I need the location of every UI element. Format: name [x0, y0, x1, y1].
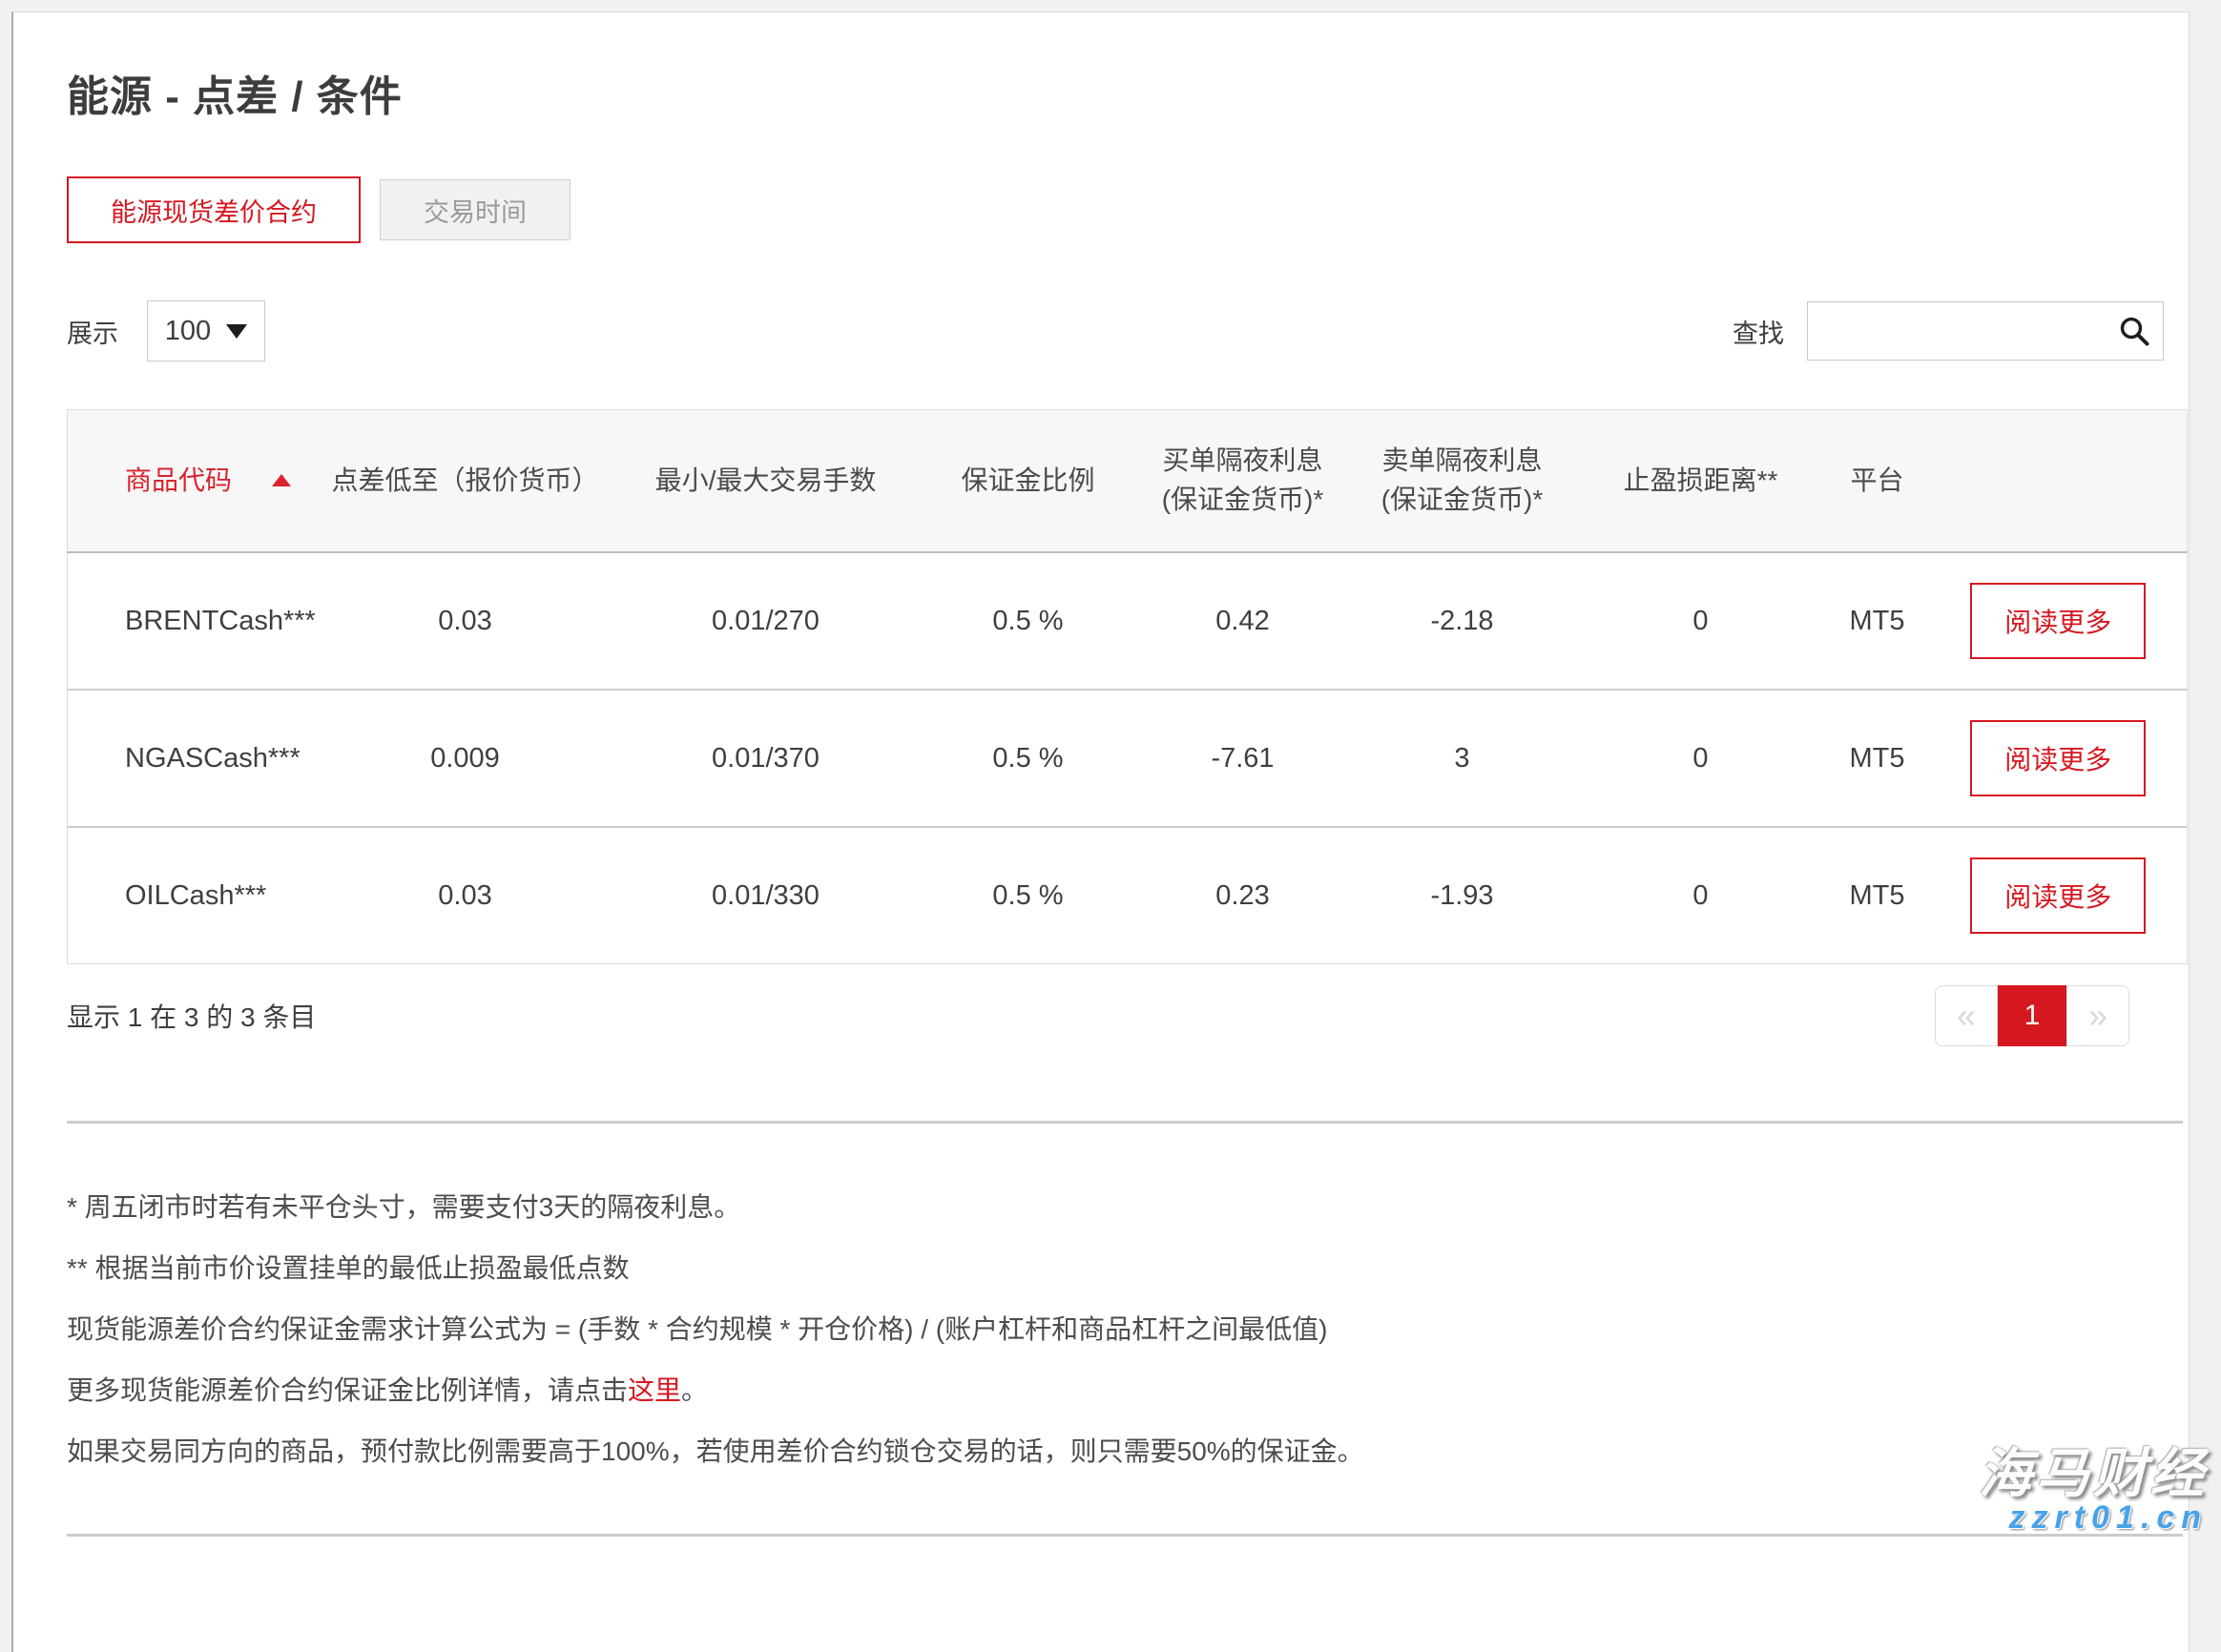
margin-cell: 0.5 % [919, 827, 1138, 964]
search-field-wrap [1807, 301, 2164, 361]
chevron-down-icon [226, 324, 247, 339]
swap-short-cell: -1.93 [1348, 827, 1577, 964]
lots-cell: 0.01/370 [613, 690, 919, 827]
stop-distance-cell: 0 [1577, 552, 1825, 690]
page-title: 能源 - 点差 / 条件 [67, 62, 2183, 123]
spread-cell: 0.03 [318, 827, 613, 964]
platform-cell: MT5 [1825, 552, 1930, 690]
swap-short-cell: -2.18 [1348, 552, 1577, 690]
margin-cell: 0.5 % [919, 552, 1138, 690]
table-row: BRENTCash*** 0.03 0.01/270 0.5 % 0.42 -2… [68, 552, 2188, 690]
spread-cell: 0.009 [318, 690, 613, 827]
table-header-row: 商品代码 点差低至（报价货币） 最小/最大交易手数 保证金比例 买单隔夜利息 (… [68, 410, 2188, 553]
here-link[interactable]: 这里 [628, 1375, 681, 1405]
search-input[interactable] [1808, 302, 2163, 360]
column-header-swap-long[interactable]: 买单隔夜利息 (保证金货币)* [1138, 410, 1348, 553]
lots-cell: 0.01/270 [613, 552, 919, 690]
search-icon [2117, 314, 2151, 348]
watermark: 海马财经 zzrt01.cn [1979, 1446, 2208, 1536]
table-row: NGASCash*** 0.009 0.01/370 0.5 % -7.61 3… [68, 690, 2188, 827]
table-footer: 显示 1 在 3 的 3 条目 « 1 » [67, 985, 2183, 1046]
column-header-platform[interactable]: 平台 [1825, 410, 1930, 553]
search-label: 查找 [1733, 313, 1784, 350]
pagination-prev-button[interactable]: « [1935, 985, 1998, 1046]
column-header-margin[interactable]: 保证金比例 [919, 410, 1138, 553]
table-controls: 展示 100 查找 [67, 300, 2183, 361]
content-card: 能源 - 点差 / 条件 能源现货差价合约 交易时间 展示 100 查找 [11, 11, 2190, 1652]
watermark-title: 海马财经 [1979, 1446, 2208, 1502]
pagination-next-button[interactable]: » [2066, 985, 2129, 1046]
stop-distance-cell: 0 [1577, 690, 1825, 827]
divider [67, 1121, 2183, 1124]
tab-energy-spot-cfd[interactable]: 能源现货差价合约 [67, 176, 361, 243]
page-size-value: 100 [165, 316, 211, 347]
tab-trading-hours[interactable]: 交易时间 [380, 179, 571, 240]
lots-cell: 0.01/330 [613, 827, 919, 964]
read-more-button[interactable]: 阅读更多 [1970, 857, 2146, 934]
footnote-margin-formula: 现货能源差价合约保证金需求计算公式为 = (手数 * 合约规模 * 开仓价格) … [67, 1316, 2183, 1343]
swap-long-cell: 0.42 [1138, 552, 1348, 690]
column-header-actions [1930, 410, 2188, 553]
stop-distance-cell: 0 [1577, 827, 1825, 964]
divider [67, 1534, 2183, 1537]
margin-cell: 0.5 % [919, 690, 1138, 827]
footnote-hedged-margin: 如果交易同方向的商品，预付款比例需要高于100%，若使用差价合约锁仓交易的话，则… [67, 1438, 2183, 1465]
page-size-select[interactable]: 100 [147, 300, 265, 361]
symbol-cell: BRENTCash*** [68, 552, 318, 690]
column-header-spread[interactable]: 点差低至（报价货币） [318, 410, 613, 553]
footnotes: * 周五闭市时若有未平仓头寸，需要支付3天的隔夜利息。 ** 根据当前市价设置挂… [67, 1194, 2183, 1465]
pagination-page-1[interactable]: 1 [1998, 985, 2066, 1046]
read-more-button[interactable]: 阅读更多 [1970, 720, 2146, 796]
watermark-domain: zzrt01.cn [1979, 1501, 2208, 1536]
platform-cell: MT5 [1825, 827, 1930, 964]
sort-asc-icon [272, 474, 291, 486]
read-more-button[interactable]: 阅读更多 [1970, 583, 2146, 659]
pagination: « 1 » [1935, 985, 2129, 1046]
spread-cell: 0.03 [318, 552, 613, 690]
footnote-margin-details: 更多现货能源差价合约保证金比例详情，请点击这里。 [67, 1377, 2183, 1404]
column-header-swap-short[interactable]: 卖单隔夜利息 (保证金货币)* [1348, 410, 1577, 553]
column-header-lots[interactable]: 最小/最大交易手数 [613, 410, 919, 553]
spreads-table: 商品代码 点差低至（报价货币） 最小/最大交易手数 保证金比例 买单隔夜利息 (… [67, 409, 2188, 964]
swap-long-cell: -7.61 [1138, 690, 1348, 827]
swap-short-cell: 3 [1348, 690, 1577, 827]
column-header-stop-distance[interactable]: 止盈损距离** [1577, 410, 1825, 553]
show-entries-label: 展示 [67, 313, 118, 350]
swap-long-cell: 0.23 [1138, 827, 1348, 964]
entries-info: 显示 1 在 3 的 3 条目 [67, 997, 316, 1035]
table-row: OILCash*** 0.03 0.01/330 0.5 % 0.23 -1.9… [68, 827, 2188, 964]
column-header-symbol[interactable]: 商品代码 [68, 410, 318, 553]
symbol-cell: NGASCash*** [68, 690, 318, 827]
symbol-cell: OILCash*** [68, 827, 318, 964]
footnote-min-stop-level: ** 根据当前市价设置挂单的最低止损盈最低点数 [67, 1255, 2183, 1282]
platform-cell: MT5 [1825, 690, 1930, 827]
tab-bar: 能源现货差价合约 交易时间 [67, 176, 2183, 243]
footnote-swap-3days: * 周五闭市时若有未平仓头寸，需要支付3天的隔夜利息。 [67, 1194, 2183, 1221]
